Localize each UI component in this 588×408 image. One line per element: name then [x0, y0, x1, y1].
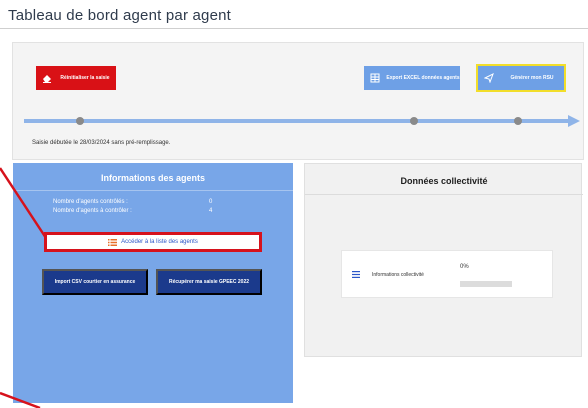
- recover-gpeec-button[interactable]: Récupérer ma saisie GPEEC 2022: [156, 269, 262, 295]
- agents-panel-divider: [13, 190, 293, 191]
- collectivite-info-card[interactable]: Informations collectivité 0%: [341, 250, 553, 298]
- timeline-bar: [24, 119, 570, 123]
- timeline-step: [514, 117, 522, 125]
- collectivite-panel-title: Données collectivité: [400, 176, 488, 186]
- agents-panel-title: Informations des agents: [100, 173, 206, 183]
- collectivite-panel: Données collectivité Informations collec…: [304, 163, 583, 357]
- stat-value: 4: [209, 208, 213, 214]
- agents-list-button[interactable]: Accéder à la liste des agents: [44, 232, 262, 252]
- export-button[interactable]: Export EXCEL données agents: [364, 66, 460, 90]
- title-divider: [0, 28, 588, 29]
- export-label: Export EXCEL données agents: [386, 74, 460, 81]
- import-csv-button[interactable]: Import CSV courtier en assurance: [42, 269, 148, 295]
- stat-label: Nombre d'agents à contrôler :: [53, 208, 132, 214]
- timeline-arrow-icon: [568, 115, 580, 127]
- stat-value: 0: [209, 199, 213, 205]
- agents-list-label: Accéder à la liste des agents: [121, 239, 198, 245]
- reinit-label: Réinitialiser la saisie: [60, 74, 110, 81]
- generate-label: Générer mon RSU: [510, 74, 554, 81]
- reinit-button[interactable]: Réinitialiser la saisie: [36, 66, 116, 90]
- send-icon: [484, 73, 494, 83]
- collectivite-panel-divider: [305, 194, 583, 195]
- page-title: Tableau de bord agent par agent: [8, 7, 232, 24]
- timeline-step: [410, 117, 418, 125]
- table-icon: [370, 73, 380, 83]
- saisie-status: Saisie débutée le 28/03/2024 sans pré-re…: [32, 140, 171, 146]
- list-icon: [108, 238, 118, 246]
- menu-icon: [352, 271, 360, 278]
- collectivite-progress-text: 0%: [460, 264, 469, 270]
- eraser-icon: [43, 75, 51, 83]
- collectivite-progress-bar: [460, 281, 512, 287]
- progress-timeline: [24, 115, 580, 127]
- collectivite-info-label: Informations collectivité: [372, 272, 424, 278]
- timeline-step: [76, 117, 84, 125]
- generate-rsu-button[interactable]: Générer mon RSU: [476, 64, 566, 92]
- stat-label: Nombre d'agents contrôlés :: [53, 199, 128, 205]
